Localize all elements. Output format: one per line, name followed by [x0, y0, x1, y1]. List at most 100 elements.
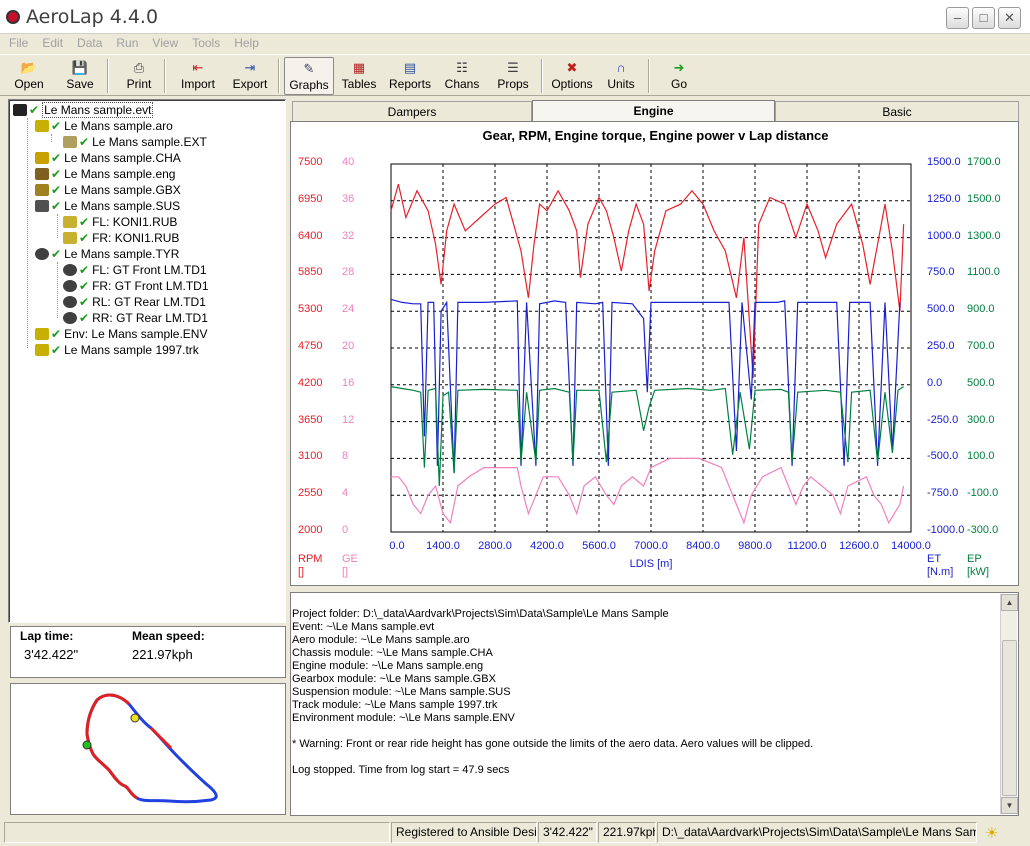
- chans-button[interactable]: ☷ Chans: [440, 57, 484, 95]
- print-button[interactable]: ⎙ Print: [118, 57, 160, 95]
- project-tree[interactable]: ✔ Le Mans sample.evt ✔ Le Mans sample.aro ✔ L…: [8, 99, 286, 623]
- log-line: Track module: ~\Le Mans sample 1997.trk: [292, 699, 498, 711]
- gearbox-icon: [35, 184, 49, 196]
- toolbar-button-label: Props: [497, 77, 529, 91]
- check-icon: ✔: [51, 183, 62, 197]
- tree-item-label: Le Mans sample.aro: [64, 119, 173, 133]
- tree-item[interactable]: ✔ RR: GT Rear LM.TD1: [63, 310, 208, 326]
- tree-item[interactable]: ✔ Le Mans sample.CHA: [35, 150, 181, 166]
- mean-speed-value: 221.97kph: [132, 647, 193, 662]
- status-path: D:\_data\Aardvark\Projects\Sim\Data\Samp…: [657, 822, 977, 843]
- tree-item[interactable]: ✔ Le Mans sample.aro: [35, 118, 173, 134]
- channels-icon: ☷: [456, 60, 468, 75]
- menu-help[interactable]: Help: [229, 34, 264, 52]
- reports-button[interactable]: ▤ Reports: [386, 57, 434, 95]
- menu-tools[interactable]: Tools: [187, 34, 225, 52]
- report-icon: ▤: [403, 60, 417, 75]
- chassis-icon: [35, 152, 49, 164]
- log-line: Gearbox module: ~\Le Mans sample.GBX: [292, 673, 496, 685]
- weather-icon: [35, 328, 49, 340]
- tree-item[interactable]: ✔ Le Mans sample.EXT: [63, 134, 207, 150]
- tree-item-label: Le Mans sample.CHA: [64, 151, 181, 165]
- menu-run[interactable]: Run: [111, 34, 143, 52]
- scrollbar-thumb[interactable]: [1002, 640, 1017, 796]
- tree-item[interactable]: ✔ RL: GT Rear LM.TD1: [63, 294, 206, 310]
- tree-item[interactable]: ✔ FR: GT Front LM.TD1: [63, 278, 209, 294]
- scroll-down-icon[interactable]: ▼: [1001, 797, 1018, 814]
- tree-item-label: Le Mans sample.eng: [64, 167, 176, 181]
- check-icon: ✔: [79, 263, 90, 277]
- tyre-icon: [63, 296, 77, 308]
- go-button[interactable]: ➜ Go: [658, 57, 700, 95]
- tab-dampers[interactable]: Dampers: [292, 101, 532, 122]
- menu-data[interactable]: Data: [72, 34, 107, 52]
- series-line-ge: [391, 457, 905, 525]
- wing-icon: [35, 120, 49, 132]
- close-button[interactable]: ✕: [998, 7, 1021, 29]
- check-icon: ✔: [51, 343, 62, 357]
- tree-item-label: Le Mans sample.EXT: [92, 135, 207, 149]
- tree-item[interactable]: ✔ Le Mans sample.SUS: [35, 198, 180, 214]
- tree-item[interactable]: ✔ Le Mans sample.evt: [13, 102, 154, 118]
- check-icon: ✔: [51, 167, 62, 181]
- series-line-rpm: [390, 183, 905, 379]
- menu-file[interactable]: File: [4, 34, 33, 52]
- track-icon: [35, 344, 49, 356]
- status-bar: Registered to Ansible Design 3'42.422" 2…: [0, 822, 1030, 846]
- tree-item[interactable]: ✔ FR: KONI1.RUB: [63, 230, 179, 246]
- log-panel[interactable]: Project folder: D:\_data\Aardvark\Projec…: [290, 592, 1019, 816]
- export-button[interactable]: ⇥ Export: [226, 57, 274, 95]
- log-line: Aero module: ~\Le Mans sample.aro: [292, 634, 470, 646]
- minimize-button[interactable]: –: [946, 7, 969, 29]
- scroll-up-icon[interactable]: ▲: [1001, 594, 1018, 611]
- track-map-svg: [82, 693, 218, 804]
- props-button[interactable]: ☰ Props: [492, 57, 534, 95]
- graphs-button[interactable]: ✎ Graphs: [284, 57, 334, 95]
- import-button[interactable]: ⇤ Import: [172, 57, 224, 95]
- tree-item[interactable]: ✔ Env: Le Mans sample.ENV: [35, 326, 207, 342]
- graph-panel: Gear, RPM, Engine torque, Engine power v…: [290, 121, 1019, 586]
- toolbar-button-label: Graphs: [289, 78, 329, 92]
- tree-item-label: FR: GT Front LM.TD1: [92, 279, 209, 293]
- toolbar-button-label: Reports: [388, 77, 432, 91]
- tree-item[interactable]: ✔ Le Mans sample.TYR: [35, 246, 179, 262]
- damper-icon: [63, 216, 77, 228]
- track-map: [10, 683, 286, 815]
- toolbar: 📂 Open 💾 Save ⎙ Print ⇤ Import ⇥ Export ✎ Graphs ▦ Ta…: [0, 54, 1030, 96]
- toolbar-button-label: Chans: [444, 77, 480, 91]
- options-button[interactable]: ✖ Options: [546, 57, 598, 95]
- chart-plot: [390, 163, 912, 533]
- tables-button[interactable]: ▦ Tables: [336, 57, 382, 95]
- status-registered: Registered to Ansible Design: [391, 822, 537, 843]
- check-icon: ✔: [51, 327, 62, 341]
- log-scrollbar[interactable]: ▲ ▼: [1000, 594, 1018, 814]
- toolbar-separator: [164, 59, 166, 93]
- save-button[interactable]: 💾 Save: [58, 57, 102, 95]
- mean-speed-label: Mean speed:: [132, 629, 205, 643]
- lightbulb-icon[interactable]: ☀: [985, 824, 1005, 842]
- tree-item[interactable]: ✔ FL: KONI1.RUB: [63, 214, 177, 230]
- tree-item[interactable]: ✔ FL: GT Front LM.TD1: [63, 262, 207, 278]
- tree-item[interactable]: ✔ Le Mans sample 1997.trk: [35, 342, 199, 358]
- title-bar: AeroLap 4.4.0 – □ ✕: [0, 0, 1030, 34]
- menu-edit[interactable]: Edit: [37, 34, 68, 52]
- tree-item[interactable]: ✔ Le Mans sample.GBX: [35, 182, 181, 198]
- tree-item-label: FL: KONI1.RUB: [92, 215, 178, 229]
- tree-item-label: Le Mans sample.evt: [42, 102, 154, 118]
- check-icon: ✔: [79, 279, 90, 293]
- toolbar-button-label: Export: [232, 77, 268, 91]
- maximize-button[interactable]: □: [972, 7, 995, 29]
- import-icon: ⇤: [192, 60, 204, 75]
- units-button[interactable]: ∩ Units: [600, 57, 642, 95]
- check-icon: ✔: [79, 231, 90, 245]
- menu-view[interactable]: View: [147, 34, 183, 52]
- check-icon: ✔: [51, 119, 62, 133]
- toolbar-button-label: Import: [180, 77, 215, 91]
- toolbar-button-label: Tables: [341, 77, 377, 91]
- tab-engine[interactable]: Engine: [532, 100, 775, 122]
- open-button[interactable]: 📂 Open: [8, 57, 50, 95]
- tree-connector: [57, 214, 58, 238]
- tree-item[interactable]: ✔ Le Mans sample.eng: [35, 166, 175, 182]
- tree-item-label: RR: GT Rear LM.TD1: [92, 311, 208, 325]
- tab-basic[interactable]: Basic: [775, 101, 1019, 122]
